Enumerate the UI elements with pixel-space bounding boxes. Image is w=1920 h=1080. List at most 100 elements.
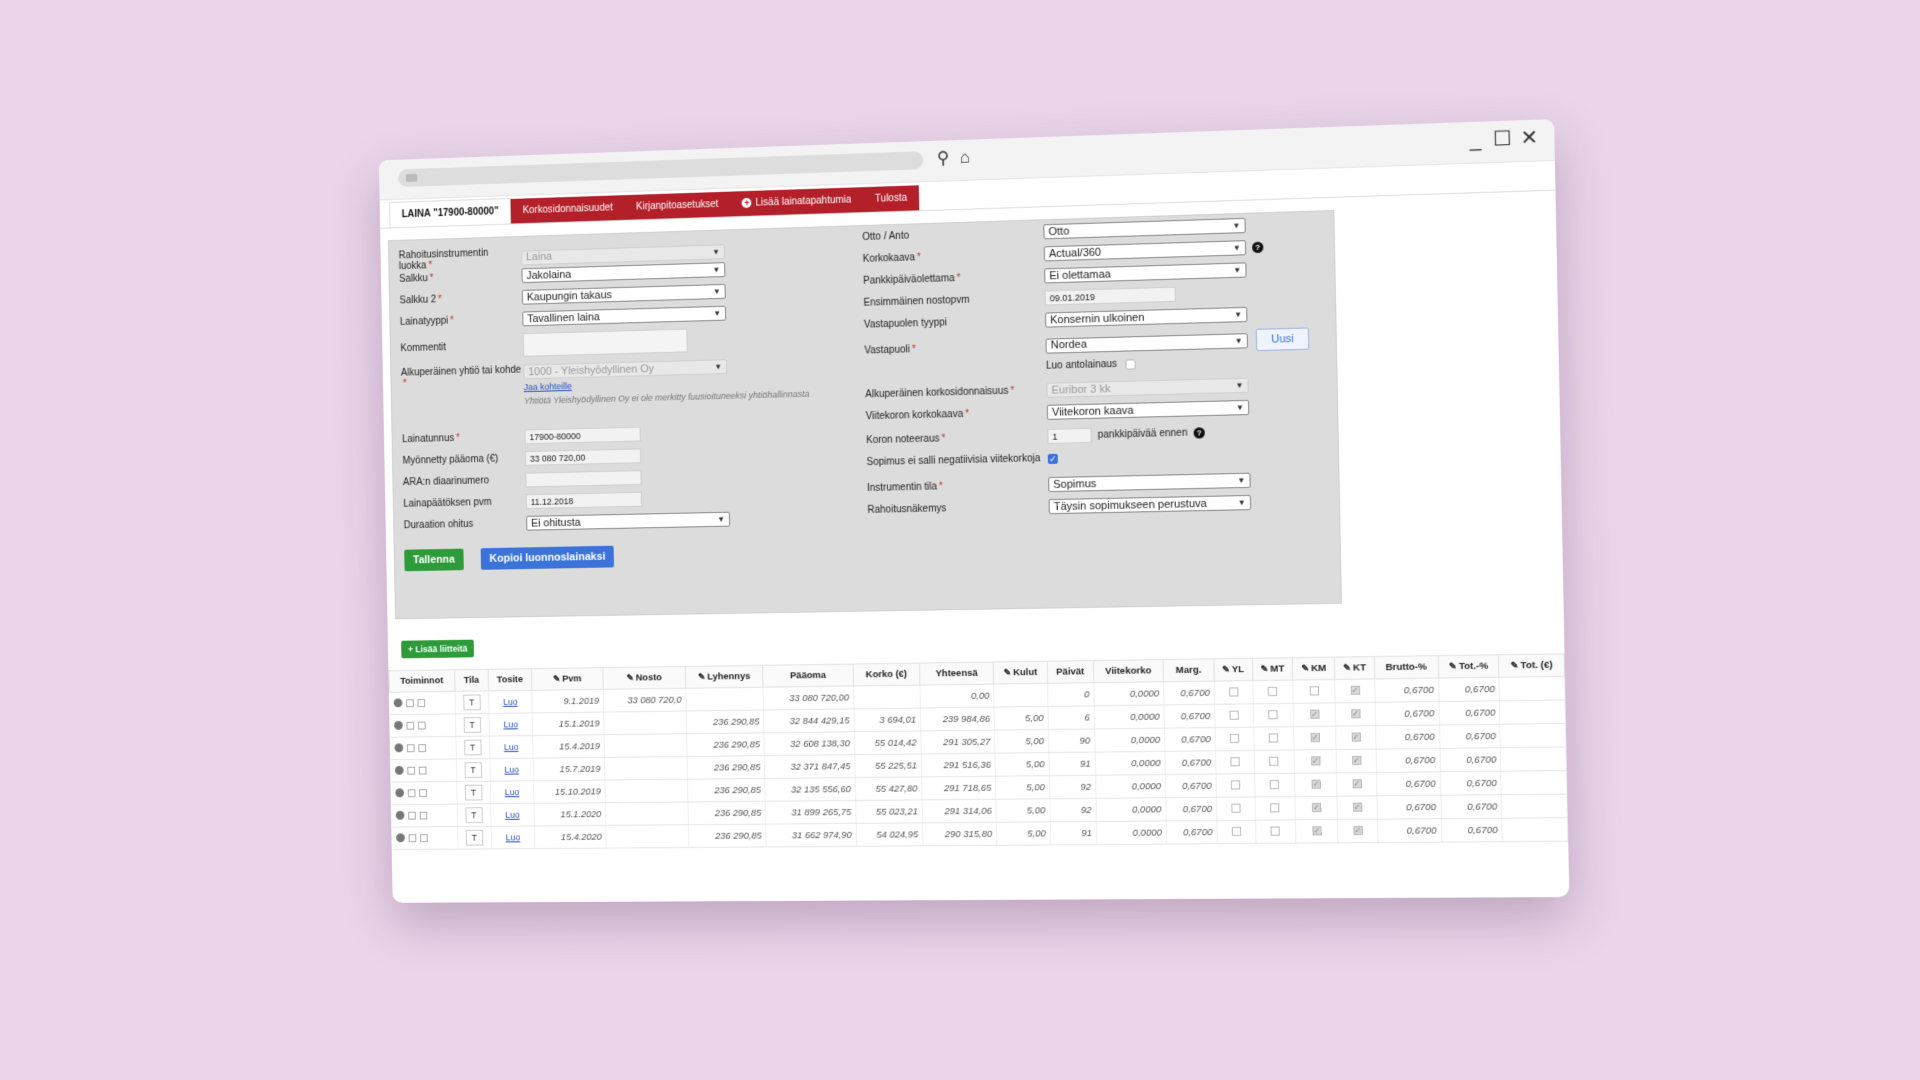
delete-icon[interactable]	[394, 766, 404, 776]
create-voucher-link[interactable]: Luo	[503, 719, 518, 729]
delete-icon[interactable]	[395, 833, 405, 843]
km-checkbox[interactable]: ✓	[1310, 710, 1320, 720]
yl-checkbox[interactable]	[1229, 734, 1240, 744]
noteeraus-input[interactable]: 1	[1047, 427, 1092, 444]
tab-kirjanpitoasetukset[interactable]: Kirjanpitoasetukset	[624, 191, 731, 220]
status-badge[interactable]: T	[465, 807, 483, 824]
copy-icon[interactable]	[407, 811, 416, 820]
column-header[interactable]: ✎ Tot. (€)	[1498, 653, 1565, 678]
kt-checkbox[interactable]: ✓	[1352, 803, 1363, 813]
km-checkbox[interactable]	[1309, 686, 1319, 697]
column-header[interactable]: ✎ KT	[1334, 656, 1375, 680]
tab-tulosta[interactable]: Tulosta	[862, 185, 920, 213]
delete-icon[interactable]	[394, 788, 404, 798]
column-header[interactable]: Marg.	[1163, 658, 1215, 682]
negatiivinen-checkbox[interactable]: ✓	[1047, 453, 1058, 464]
lock-icon[interactable]	[417, 721, 426, 730]
status-badge[interactable]: T	[462, 694, 481, 711]
address-bar[interactable]	[398, 151, 924, 188]
copy-icon[interactable]	[406, 744, 415, 753]
tab-korkosidonnaisuudet[interactable]: Korkosidonnaisuudet	[510, 195, 625, 224]
delete-icon[interactable]	[395, 811, 405, 821]
home-icon[interactable]: ⌂	[955, 147, 975, 168]
yl-checkbox[interactable]	[1230, 757, 1240, 767]
jaa-kohteille-link[interactable]: Jaa kohteille	[524, 381, 572, 392]
kt-checkbox[interactable]: ✓	[1351, 756, 1362, 766]
column-header[interactable]: ✎ Nosto	[602, 666, 686, 690]
column-header[interactable]: ✎ MT	[1252, 657, 1294, 681]
column-header[interactable]: ✎ Kulut	[993, 661, 1048, 685]
add-attachments-button[interactable]: + Lisää liitteitä	[401, 639, 475, 659]
help-icon[interactable]: ?	[1252, 241, 1264, 254]
new-counterparty-button[interactable]: Uusi	[1255, 327, 1310, 352]
kt-checkbox[interactable]: ✓	[1353, 826, 1363, 836]
column-header[interactable]: ✎ Lyhennys	[685, 665, 764, 689]
lock-icon[interactable]	[417, 699, 425, 708]
create-voucher-link[interactable]: Luo	[504, 742, 519, 752]
column-header[interactable]: ✎ KM	[1292, 657, 1336, 681]
nostopvm-input[interactable]: 09.01.2019	[1044, 286, 1176, 306]
km-checkbox[interactable]: ✓	[1310, 756, 1321, 766]
column-header[interactable]: Pääoma	[762, 664, 854, 688]
create-voucher-link[interactable]: Luo	[505, 809, 520, 819]
help-icon[interactable]: ?	[1193, 427, 1205, 439]
status-badge[interactable]: T	[464, 762, 482, 779]
column-header[interactable]: ✎ Pvm	[531, 667, 604, 691]
lock-icon[interactable]	[418, 766, 427, 775]
lainatunnus-input[interactable]: 17900-80000	[524, 426, 641, 445]
duraatio-select[interactable]: Ei ohitusta ▼	[526, 511, 731, 531]
mt-checkbox[interactable]	[1270, 780, 1280, 790]
delete-icon[interactable]	[394, 743, 403, 753]
kommentit-textarea[interactable]	[522, 328, 688, 357]
create-voucher-link[interactable]: Luo	[505, 787, 520, 797]
korkokaava-select[interactable]: Actual/360 ▼	[1043, 240, 1247, 262]
kt-checkbox[interactable]: ✓	[1350, 686, 1360, 696]
yl-checkbox[interactable]	[1229, 711, 1239, 721]
antolainaus-checkbox[interactable]	[1125, 358, 1136, 370]
vastapuoli-select[interactable]: Nordea ▼	[1045, 332, 1248, 354]
column-header[interactable]: Tosite	[488, 668, 532, 691]
column-header[interactable]: Päivät	[1047, 660, 1094, 684]
maximize-icon[interactable]: ☐	[1490, 127, 1515, 152]
pankkipaiva-select[interactable]: Ei olettamaa ▼	[1044, 262, 1247, 284]
otto-select[interactable]: Otto ▼	[1043, 217, 1246, 240]
status-badge[interactable]: T	[465, 829, 484, 846]
copy-icon[interactable]	[405, 699, 414, 708]
status-badge[interactable]: T	[464, 784, 483, 801]
column-header[interactable]: ✎ Tot.-%	[1437, 654, 1500, 679]
mt-checkbox[interactable]	[1269, 733, 1279, 744]
column-header[interactable]: ✎ YL	[1213, 658, 1253, 682]
column-header[interactable]: Viitekorko	[1093, 659, 1164, 683]
km-checkbox[interactable]: ✓	[1310, 733, 1320, 743]
copy-icon[interactable]	[406, 766, 415, 775]
save-button[interactable]: Tallenna	[404, 548, 464, 572]
column-header[interactable]: Yhteensä	[919, 662, 994, 686]
yl-checkbox[interactable]	[1231, 827, 1241, 837]
column-header[interactable]: Tila	[454, 669, 489, 692]
copy-icon[interactable]	[405, 721, 414, 730]
yl-checkbox[interactable]	[1231, 804, 1241, 814]
mt-checkbox[interactable]	[1270, 803, 1280, 813]
lock-icon[interactable]	[419, 834, 428, 843]
status-badge[interactable]: T	[463, 739, 482, 756]
viitekaava-select[interactable]: Viitekoron kaava ▼	[1046, 399, 1250, 420]
tab-lisaa-lainatapahtumia[interactable]: + Lisää lainatapahtumia	[729, 187, 864, 217]
status-badge[interactable]: T	[463, 717, 481, 733]
kt-checkbox[interactable]: ✓	[1352, 779, 1362, 789]
create-voucher-link[interactable]: Luo	[504, 764, 519, 774]
tab-loan[interactable]: LAINA "17900-80000"	[389, 197, 512, 228]
tila-select[interactable]: Sopimus ▼	[1048, 472, 1251, 493]
salkku2-select[interactable]: Kaupungin takaus ▼	[521, 283, 726, 305]
rahoitusnakemys-select[interactable]: Täysin sopimukseen perustuva ▼	[1048, 494, 1252, 515]
minimize-icon[interactable]: _	[1463, 127, 1488, 152]
search-icon[interactable]: ⚲	[933, 148, 953, 169]
create-voucher-link[interactable]: Luo	[506, 832, 521, 842]
copy-draft-button[interactable]: Kopioi luonnoslainaksi	[480, 545, 615, 570]
lock-icon[interactable]	[418, 789, 427, 798]
yl-checkbox[interactable]	[1228, 687, 1239, 698]
mt-checkbox[interactable]	[1268, 710, 1279, 720]
column-header[interactable]: Brutto-%	[1374, 655, 1439, 679]
create-voucher-link[interactable]: Luo	[503, 696, 518, 706]
kt-checkbox[interactable]: ✓	[1350, 709, 1361, 719]
km-checkbox[interactable]: ✓	[1311, 803, 1322, 813]
